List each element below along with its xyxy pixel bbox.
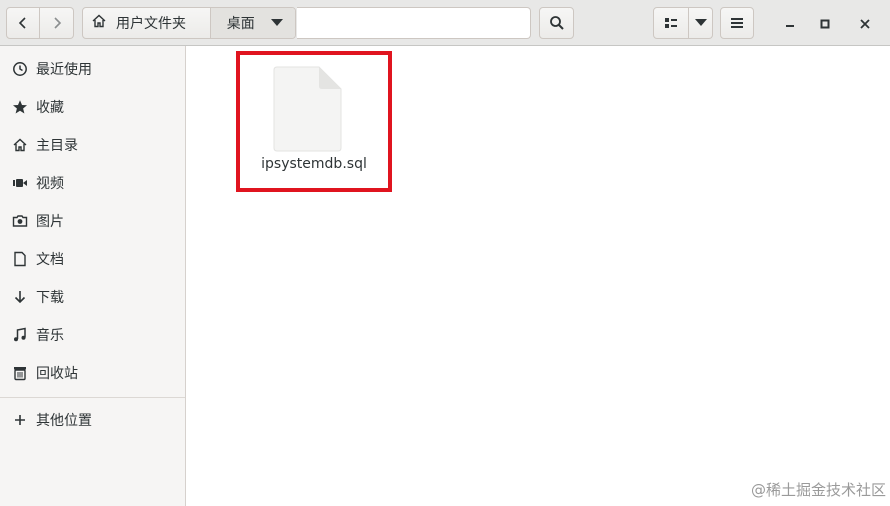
minimize-button[interactable] xyxy=(778,11,802,35)
plus-icon xyxy=(12,412,28,428)
sidebar-item-label: 音乐 xyxy=(36,328,64,344)
close-icon xyxy=(860,14,870,33)
location-input[interactable] xyxy=(297,7,531,39)
sidebar-item-home[interactable]: 主目录 xyxy=(0,126,185,164)
document-icon xyxy=(12,251,28,267)
close-button[interactable] xyxy=(853,11,877,35)
recent-icon xyxy=(12,61,28,77)
video-icon xyxy=(12,175,28,191)
list-view-icon xyxy=(664,17,678,29)
maximize-icon xyxy=(820,14,830,33)
breadcrumb-desktop[interactable]: 桌面 xyxy=(210,8,295,38)
breadcrumb: 用户文件夹 桌面 xyxy=(82,7,296,39)
forward-arrow-icon xyxy=(50,16,64,30)
sidebar-separator xyxy=(0,397,185,398)
music-icon xyxy=(12,327,28,343)
file-item[interactable]: ipsystemdb.sql xyxy=(236,51,392,192)
sidebar-item-downloads[interactable]: 下载 xyxy=(0,278,185,316)
header-bar: 用户文件夹 桌面 xyxy=(0,0,890,46)
camera-icon xyxy=(12,213,28,229)
sidebar-item-starred[interactable]: 收藏 xyxy=(0,88,185,126)
sidebar-item-documents[interactable]: 文档 xyxy=(0,240,185,278)
hamburger-menu-icon xyxy=(730,17,744,29)
sidebar-item-label: 回收站 xyxy=(36,366,78,382)
menu-button[interactable] xyxy=(720,7,754,39)
sidebar-item-label: 文档 xyxy=(36,252,64,268)
back-arrow-icon xyxy=(16,16,30,30)
maximize-button[interactable] xyxy=(813,11,837,35)
sidebar-item-label: 图片 xyxy=(36,214,64,230)
home-icon xyxy=(12,137,28,153)
download-icon xyxy=(12,289,28,305)
sidebar-item-pictures[interactable]: 图片 xyxy=(0,202,185,240)
minimize-icon xyxy=(785,14,795,33)
sidebar-item-label: 最近使用 xyxy=(36,62,92,78)
sidebar-item-trash[interactable]: 回收站 xyxy=(0,354,185,392)
sidebar-item-music[interactable]: 音乐 xyxy=(0,316,185,354)
star-icon xyxy=(12,99,28,115)
sidebar: 最近使用 收藏 主目录 视频 图片 文档 下载 音乐 回收站 其他位置 xyxy=(0,46,186,506)
sidebar-item-label: 下载 xyxy=(36,290,64,306)
breadcrumb-home-label: 用户文件夹 xyxy=(116,16,186,32)
trash-icon xyxy=(12,365,28,381)
watermark: @稀土掘金技术社区 xyxy=(750,481,886,499)
breadcrumb-home[interactable]: 用户文件夹 xyxy=(83,8,211,38)
sidebar-item-other-locations[interactable]: 其他位置 xyxy=(0,401,185,439)
forward-button[interactable] xyxy=(40,7,74,39)
sidebar-item-label: 主目录 xyxy=(36,138,78,154)
file-name: ipsystemdb.sql xyxy=(261,156,367,172)
chevron-down-icon xyxy=(270,15,283,31)
view-options-button[interactable] xyxy=(689,7,713,39)
view-mode-button[interactable] xyxy=(653,7,689,39)
search-button[interactable] xyxy=(539,7,574,39)
sidebar-item-label: 收藏 xyxy=(36,100,64,116)
back-button[interactable] xyxy=(6,7,40,39)
sidebar-item-label: 其他位置 xyxy=(36,413,92,429)
sql-file-icon xyxy=(273,66,343,156)
chevron-down-icon xyxy=(694,19,707,27)
search-icon xyxy=(549,15,565,31)
breadcrumb-desktop-label: 桌面 xyxy=(226,16,255,32)
sidebar-item-videos[interactable]: 视频 xyxy=(0,164,185,202)
sidebar-item-recent[interactable]: 最近使用 xyxy=(0,50,185,88)
sidebar-item-label: 视频 xyxy=(36,176,64,192)
home-icon xyxy=(91,13,107,33)
